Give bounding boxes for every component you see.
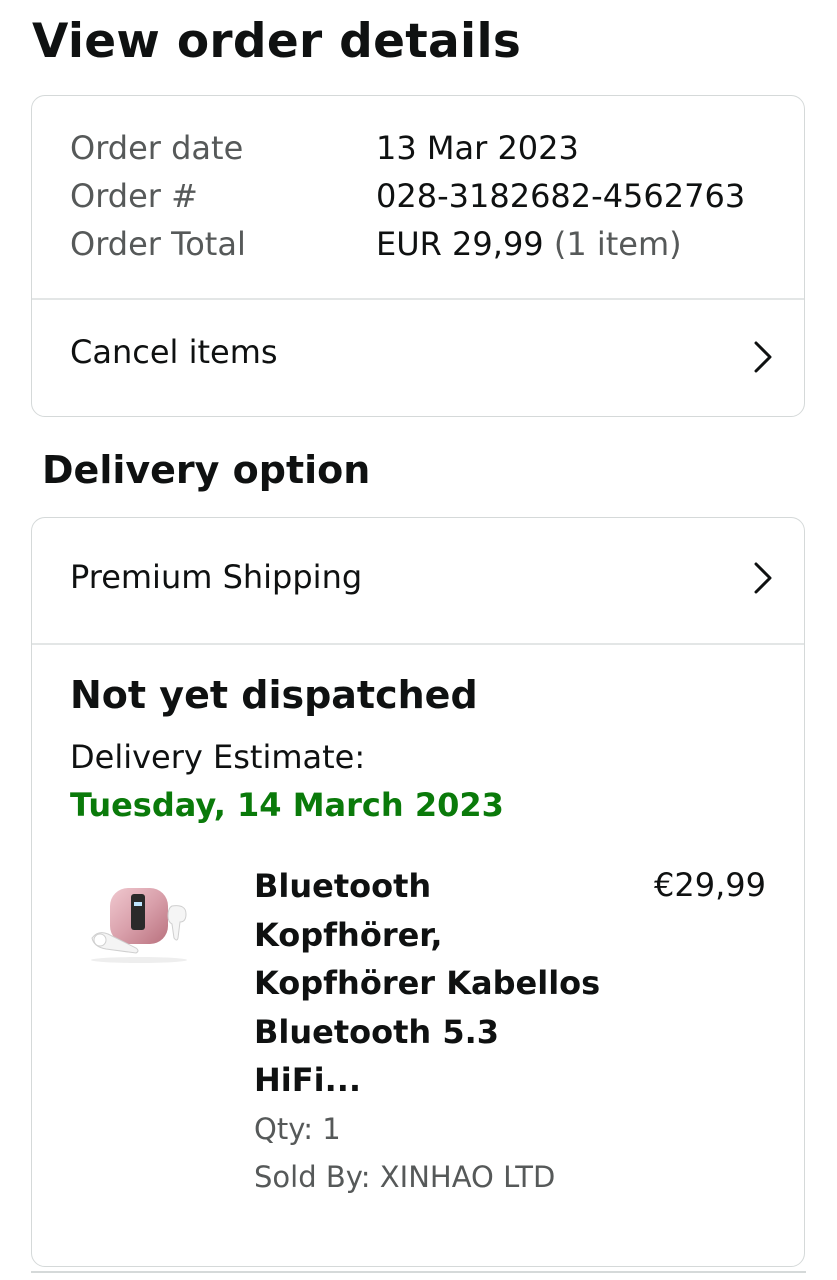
chevron-right-icon bbox=[754, 341, 772, 373]
order-date-value: 13 Mar 2023 bbox=[376, 129, 579, 167]
divider bbox=[32, 643, 804, 645]
cancel-items-label: Cancel items bbox=[70, 333, 278, 371]
page-title: View order details bbox=[32, 14, 522, 69]
order-number-value: 028-3182682-4562763 bbox=[376, 177, 746, 215]
order-date-label: Order date bbox=[70, 129, 244, 167]
earbuds-product-image[interactable] bbox=[84, 880, 194, 964]
delivery-section-title: Delivery option bbox=[42, 448, 371, 492]
product-title-line: Bluetooth bbox=[254, 867, 432, 905]
order-total-value: EUR 29,99 (1 item) bbox=[376, 220, 682, 268]
order-item-count: (1 item) bbox=[553, 225, 682, 263]
product-title-line: Bluetooth 5.3 bbox=[254, 1012, 500, 1051]
shipment-status: Not yet dispatched bbox=[70, 673, 478, 717]
product-title-line: HiFi... bbox=[254, 1061, 362, 1099]
product-quantity: Qty: 1 bbox=[254, 1112, 341, 1146]
delivery-estimate-date: Tuesday, 14 March 2023 bbox=[70, 786, 504, 824]
cancel-items-button[interactable]: Cancel items bbox=[32, 300, 804, 416]
shipping-option-button[interactable]: Premium Shipping bbox=[32, 518, 804, 643]
delivery-estimate-label: Delivery Estimate: bbox=[70, 738, 366, 776]
order-total-label: Order Total bbox=[70, 225, 246, 263]
divider bbox=[31, 1271, 806, 1273]
product-price: €29,99 bbox=[654, 866, 766, 904]
order-total-amount: EUR 29,99 bbox=[376, 225, 544, 263]
chevron-right-icon bbox=[754, 562, 772, 594]
order-number-label: Order # bbox=[70, 177, 198, 215]
product-title-line: Kopfhörer, bbox=[254, 915, 443, 954]
shipping-option-label: Premium Shipping bbox=[70, 558, 363, 596]
product-seller: Sold By: XINHAO LTD bbox=[254, 1160, 556, 1194]
delivery-card: Premium Shipping Not yet dispatched Deli… bbox=[31, 517, 805, 1267]
order-summary-card: Order date 13 Mar 2023 Order # 028-31826… bbox=[31, 95, 805, 417]
product-title-link[interactable]: Bluetooth Kopfhörer, Kopfhörer Kabellos … bbox=[254, 862, 614, 1105]
product-title-line: Kopfhörer Kabellos bbox=[254, 964, 601, 1002]
